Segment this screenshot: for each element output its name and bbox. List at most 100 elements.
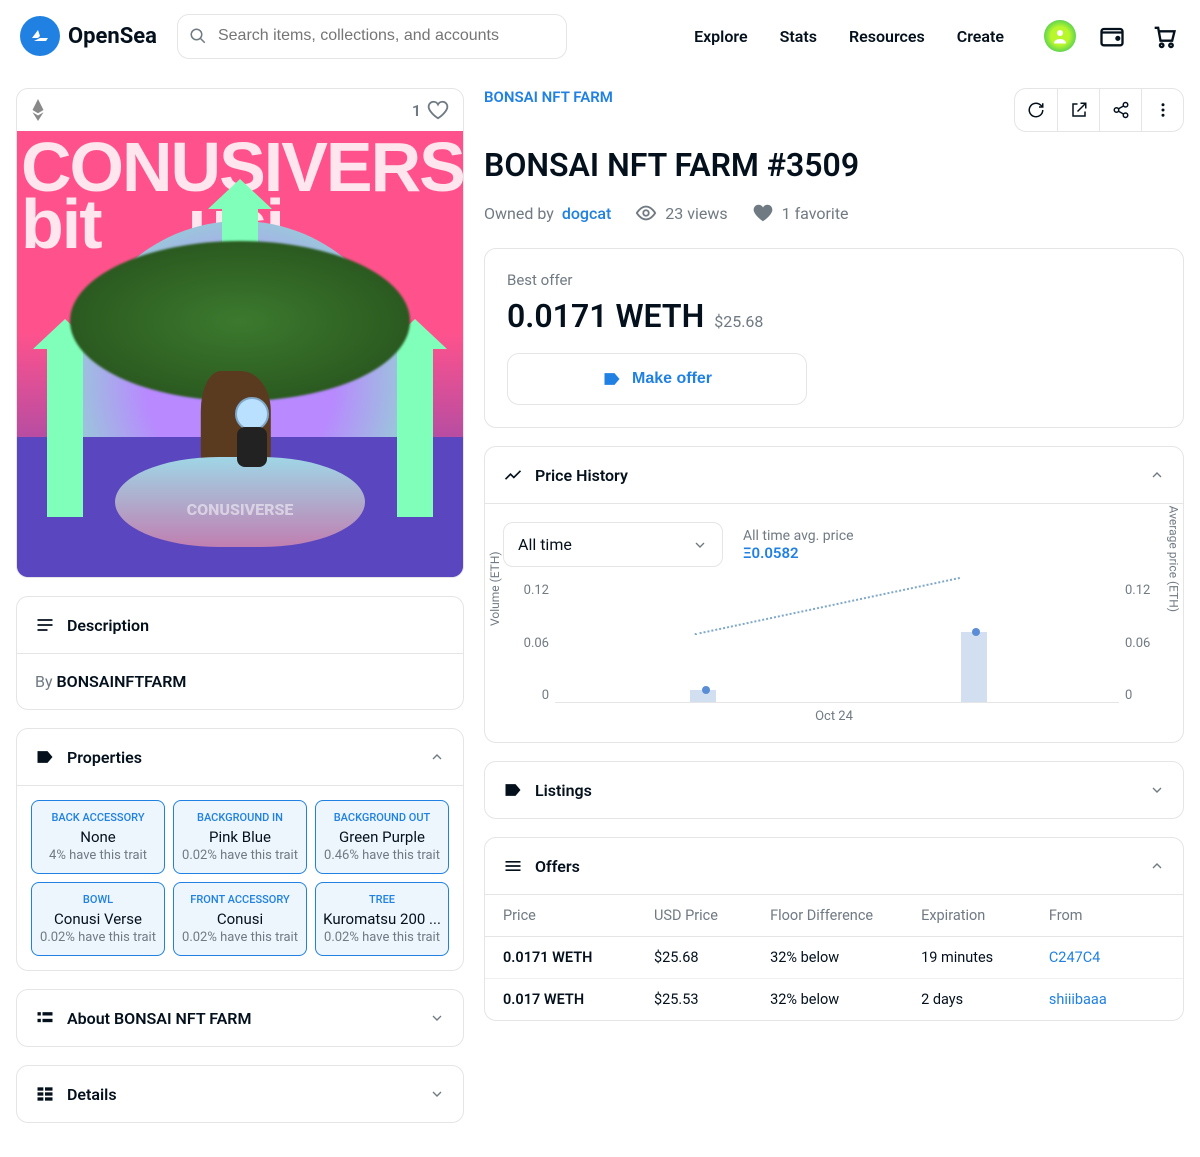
properties-panel: Properties BACK ACCESSORY None 4% have t… [16, 728, 464, 971]
collection-link[interactable]: BONSAI NFT FARM [484, 88, 613, 106]
wallet-button[interactable] [1096, 20, 1128, 52]
price-history-chart: Volume (ETH) 0.12 0.06 0 0.12 [503, 583, 1165, 703]
main-nav: Explore Stats Resources Create [694, 27, 1004, 46]
property-type: BACKGROUND OUT [322, 811, 442, 824]
nav-stats[interactable]: Stats [780, 27, 817, 46]
property-type: TREE [322, 893, 442, 906]
price-history-header[interactable]: Price History [485, 447, 1183, 504]
search-input[interactable] [177, 14, 567, 59]
more-button[interactable] [1141, 89, 1183, 131]
right-column: BONSAI NFT FARM BONSAI NFT FARM #3509 Ow… [484, 88, 1184, 1141]
share-button[interactable] [1099, 89, 1141, 131]
property-card[interactable]: FRONT ACCESSORY Conusi 0.02% have this t… [173, 882, 307, 956]
nav-resources[interactable]: Resources [849, 27, 925, 46]
avg-price-label: All time avg. price [743, 528, 854, 544]
nft-image-card: 1 CONUSIVERSEbit usi CONUSIVERSE [16, 88, 464, 578]
search-container [177, 14, 567, 59]
heart-icon [752, 202, 774, 224]
property-rarity: 0.46% have this trait [322, 848, 442, 863]
about-header[interactable]: About BONSAI NFT FARM [17, 990, 463, 1046]
favorite-counter[interactable]: 1 [412, 99, 449, 121]
property-value: Conusi Verse [38, 910, 158, 928]
grid-icon [35, 1084, 55, 1104]
chevron-down-icon [429, 1010, 445, 1026]
offer-price: 0.0171 WETH [503, 949, 654, 966]
left-column: 1 CONUSIVERSEbit usi CONUSIVERSE [16, 88, 464, 1141]
chevron-down-icon [429, 1086, 445, 1102]
time-range-select[interactable]: All time [503, 522, 723, 567]
views-count: 23 views [665, 204, 727, 223]
header-actions [1044, 20, 1180, 52]
search-icon [189, 27, 207, 45]
chevron-up-icon [429, 749, 445, 765]
property-value: Kuromatsu 200 ... [322, 910, 442, 928]
offer-from-link[interactable]: shiiibaaa [1049, 991, 1165, 1008]
offer-from-link[interactable]: C247C4 [1049, 949, 1165, 966]
price-history-panel: Price History All time All time avg. pri… [484, 446, 1184, 743]
chart-plot-area [555, 583, 1119, 703]
property-type: BACKGROUND IN [180, 811, 300, 824]
main-content: 1 CONUSIVERSEbit usi CONUSIVERSE [0, 72, 1200, 1157]
listings-header[interactable]: Listings [485, 762, 1183, 818]
nft-image-topbar: 1 [17, 89, 463, 131]
properties-title: Properties [67, 748, 142, 767]
user-avatar[interactable] [1044, 20, 1076, 52]
offer-floor-diff: 32% below [770, 949, 921, 966]
offers-header[interactable]: Offers [485, 838, 1183, 895]
time-range-value: All time [518, 535, 572, 554]
left-axis-ticks: 0.12 0.06 0 [503, 583, 555, 703]
property-rarity: 0.02% have this trait [180, 930, 300, 945]
chevron-up-icon [1149, 467, 1165, 483]
site-header: OpenSea Explore Stats Resources Create [0, 0, 1200, 72]
properties-header[interactable]: Properties [17, 729, 463, 786]
best-offer-box: Best offer 0.0171 WETH $25.68 Make offer [484, 248, 1184, 428]
details-header[interactable]: Details [17, 1066, 463, 1122]
external-link-button[interactable] [1057, 89, 1099, 131]
property-card[interactable]: TREE Kuromatsu 200 ... 0.02% have this t… [315, 882, 449, 956]
best-offer-price: 0.0171 WETH $25.68 [507, 297, 1161, 335]
property-card[interactable]: BACKGROUND OUT Green Purple 0.46% have t… [315, 800, 449, 874]
avg-price-block: All time avg. price Ξ0.0582 [743, 528, 854, 562]
chevron-down-icon [692, 537, 708, 553]
site-logo[interactable]: OpenSea [20, 16, 157, 56]
tag-icon [503, 780, 523, 800]
make-offer-button[interactable]: Make offer [507, 353, 807, 405]
offer-floor-diff: 32% below [770, 991, 921, 1008]
views-info: 23 views [635, 202, 727, 224]
list-icon [503, 856, 523, 876]
offer-row[interactable]: 0.017 WETH $25.53 32% below 2 days shiii… [485, 979, 1183, 1020]
opensea-logo-icon [20, 16, 60, 56]
description-header[interactable]: Description [17, 597, 463, 653]
offer-price: 0.017 WETH [503, 991, 654, 1008]
about-panel: About BONSAI NFT FARM [16, 989, 464, 1047]
nft-artwork[interactable]: CONUSIVERSEbit usi CONUSIVERSE [17, 131, 463, 577]
owner-link[interactable]: dogcat [562, 204, 611, 223]
nav-explore[interactable]: Explore [694, 27, 748, 46]
favorites-count: 1 favorite [782, 204, 849, 223]
offer-expiration: 19 minutes [921, 949, 1049, 966]
listings-title: Listings [535, 781, 592, 800]
offer-row[interactable]: 0.0171 WETH $25.68 32% below 19 minutes … [485, 937, 1183, 979]
offers-table-head: Price USD Price Floor Difference Expirat… [485, 895, 1183, 937]
brand-name: OpenSea [68, 24, 157, 49]
price-history-body: All time All time avg. price Ξ0.0582 Vol… [485, 504, 1183, 742]
property-value: Conusi [180, 910, 300, 928]
description-panel: Description By BONSAINFTFARM [16, 596, 464, 710]
offers-table: Price USD Price Floor Difference Expirat… [485, 895, 1183, 1020]
action-toolbar [1014, 88, 1184, 132]
property-card[interactable]: BACK ACCESSORY None 4% have this trait [31, 800, 165, 874]
left-axis-label: Volume (ETH) [488, 551, 502, 626]
property-card[interactable]: BACKGROUND IN Pink Blue 0.02% have this … [173, 800, 307, 874]
description-body: By BONSAINFTFARM [17, 653, 463, 709]
cart-button[interactable] [1148, 20, 1180, 52]
refresh-button[interactable] [1015, 89, 1057, 131]
favorites-info: 1 favorite [752, 202, 849, 224]
owner-info: Owned by dogcat [484, 204, 611, 223]
list-icon [35, 1008, 55, 1028]
tag-icon [602, 369, 622, 389]
property-card[interactable]: BOWL Conusi Verse 0.02% have this trait [31, 882, 165, 956]
title-row: BONSAI NFT FARM [484, 88, 1184, 132]
properties-grid: BACK ACCESSORY None 4% have this trait B… [17, 786, 463, 970]
best-offer-label: Best offer [507, 271, 1161, 289]
nav-create[interactable]: Create [957, 27, 1004, 46]
